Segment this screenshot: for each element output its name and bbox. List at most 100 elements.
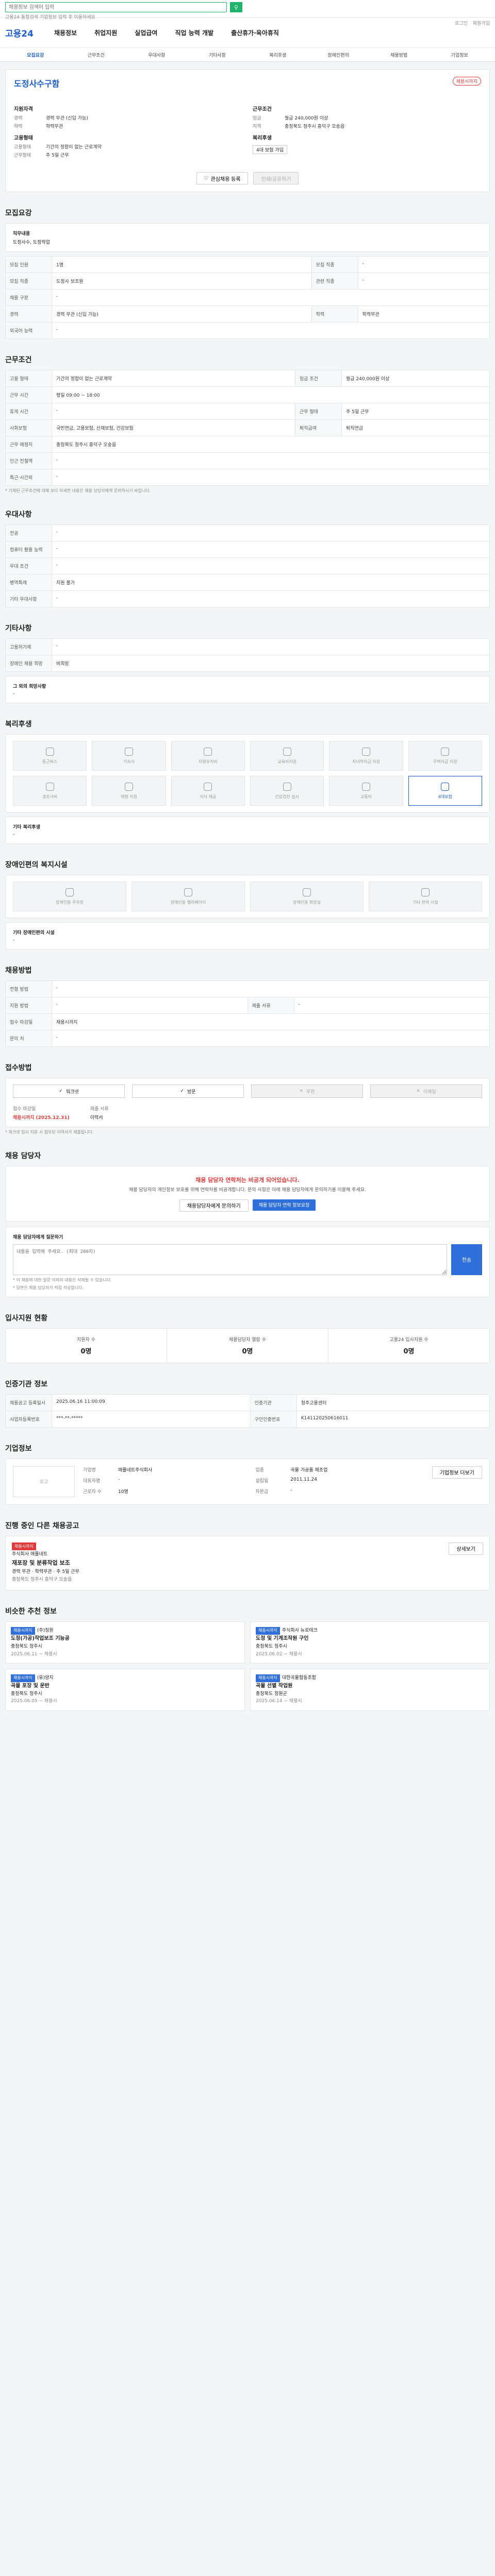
welfare-item: 교통비 bbox=[329, 776, 403, 806]
facility-item: 장애인용 주차장 bbox=[13, 882, 126, 911]
table-row: 모집 직종 도정사 보조원 관련 직종 - bbox=[5, 273, 490, 290]
search-icon: ⚲ bbox=[234, 4, 239, 11]
scrap-button[interactable]: ♡ 관심채용 등록 bbox=[196, 172, 249, 184]
table-row: 인근 전철역 - bbox=[5, 452, 490, 469]
facility-icon bbox=[303, 888, 311, 896]
table-row: 사회보험 국민연금, 고용보험, 산재보험, 건강보험 퇴직급여 퇴직연금 bbox=[5, 419, 490, 436]
summary-field: 근무형태 주 5일 근무 bbox=[14, 153, 69, 158]
welfare-icon bbox=[361, 747, 370, 756]
facility-item: 장애인용 화장실 bbox=[250, 882, 364, 911]
welfare-icon bbox=[283, 747, 291, 756]
table-row: 문의 처- bbox=[5, 1030, 490, 1047]
search-button[interactable]: ⚲ bbox=[230, 2, 242, 12]
apply-method-box: ✓ 워크넷 ✓ 방문 ✕ 우편 ✕ 이메일 접수 마감일 채용시까지 (2025.12.31)… bbox=[5, 1078, 490, 1127]
table-row: 지원 방법 - 제출 서류 - bbox=[5, 997, 490, 1014]
recommended-job[interactable]: 채용시까지 대한곡물협동조합 곡물 선별 작업원 충청북도 청원군 2025.06.14… bbox=[250, 1668, 490, 1711]
welfare-item: 4대보험 bbox=[408, 776, 482, 806]
inquiry-button[interactable]: 채용담당자에게 문의하기 bbox=[179, 1199, 249, 1212]
welfare-icon bbox=[45, 747, 54, 756]
section-tab[interactable]: 복리후생 bbox=[248, 52, 308, 58]
table-row: 병역특례 지원 불가 bbox=[5, 574, 490, 591]
welfare-item: 식사 제공 bbox=[171, 776, 245, 806]
pref-table: 전공 - 컴퓨터 활용 능력 - 우대 조건 - 병역특례 지원 불가 기타 우대사항 - bbox=[5, 524, 490, 607]
nav-item[interactable]: 직업 능력 개발 bbox=[175, 28, 213, 37]
pref-title: 우대사항 bbox=[5, 511, 32, 519]
method-title: 채용방법 bbox=[5, 967, 32, 975]
recommended-job[interactable]: 채용시까지 주식회사 뉴로테크 도정 및 기계조작원 구인 충청북도 청주시 2025.… bbox=[250, 1621, 490, 1664]
section-tab[interactable]: 장애인편의 bbox=[308, 52, 369, 58]
table-row: 채용 구분 - bbox=[5, 289, 490, 306]
question-textarea[interactable] bbox=[13, 1244, 447, 1275]
contact-alert: 채용 담당자 연락처는 비공개 되어있습니다. 채용 담당자의 개인정보 보호를… bbox=[5, 1166, 490, 1222]
apply-method-item: ✕ 우편 bbox=[251, 1084, 363, 1098]
related-detail-button[interactable]: 상세보기 bbox=[449, 1542, 483, 1555]
stats-row: 지원자 수 0명 채용담당자 열람 수 0명 고용24 입사지원 수 0명 bbox=[5, 1328, 490, 1363]
table-row: 외국어 능력 - bbox=[5, 322, 490, 339]
table-row: 전형 방법 - bbox=[5, 980, 490, 997]
section-tab[interactable]: 기타사항 bbox=[187, 52, 248, 58]
search-input[interactable] bbox=[5, 2, 227, 12]
nav-item[interactable]: 채용정보 bbox=[54, 28, 77, 37]
welfare-icon bbox=[45, 782, 54, 791]
summary-cond: 근무조건 임금 월급 240,000원 이상 지역 충청북도 청주시 흥덕구 오송읍 … bbox=[253, 100, 481, 160]
section-tab[interactable]: 근무조건 bbox=[66, 52, 127, 58]
summary-field: 학력 학력무관 bbox=[14, 124, 63, 129]
logo[interactable]: 고용24 bbox=[5, 26, 34, 39]
table-row: 특근·시간외 - bbox=[5, 469, 490, 486]
table-row: 휴게 시간 - 근무 형태 주 5일 근무 bbox=[5, 403, 490, 420]
info-title: 인증기관 정보 bbox=[5, 1380, 48, 1388]
recommended-job[interactable]: 채용시까지 (주)청원 도정(가공)작업보조 기능공 충청북도 청주시 2025.06.… bbox=[5, 1621, 245, 1664]
table-row: 고용 형태 기간의 정함이 없는 근로계약 임금 조건 월급 240,000원 이상 bbox=[5, 370, 490, 387]
etc-title: 기타사항 bbox=[5, 624, 32, 633]
welfare-item: 차량유지비 bbox=[171, 741, 245, 771]
deadline-badge: 채용시까지 bbox=[452, 77, 481, 86]
table-row: 경력 경력 무관 (신입 가능) 학력 학력무관 bbox=[5, 306, 490, 323]
util-link[interactable]: 회원가입 bbox=[473, 20, 490, 26]
company-logo: 로고 bbox=[13, 1466, 75, 1497]
etc-table: 고용허가제 - 장애인 채용 희망 비희망 bbox=[5, 638, 490, 672]
welfare-icon bbox=[441, 747, 450, 756]
table-row: 모집 인원 1명 모집 직종 - bbox=[5, 256, 490, 273]
table-row: 사업자등록번호 ***-**-***** 구인인증번호 K14112025061601… bbox=[5, 1410, 490, 1428]
question-send-button[interactable]: 전송 bbox=[451, 1244, 482, 1275]
welfare-icon bbox=[124, 782, 133, 791]
table-row: 근무 시간 평일 09:00 ~ 18:00 bbox=[5, 386, 490, 403]
section-tab[interactable]: 기업정보 bbox=[430, 52, 490, 58]
nav-item[interactable]: 실업급여 bbox=[135, 28, 157, 37]
welfare-icon bbox=[124, 747, 133, 756]
stats-title: 입사지원 현황 bbox=[5, 1314, 48, 1323]
facility-box: 장애인용 주차장 장애인용 엘리베이터 장애인용 화장실 기타 편의 시설 bbox=[5, 875, 490, 918]
recommended-job[interactable]: 채용시까지 (유)양지 곡물 포장 및 운반 충청북도 청주시 2025.06.05 ~… bbox=[5, 1668, 245, 1711]
apply-method-item: ✕ 이메일 bbox=[370, 1084, 482, 1098]
table-row: 기타 우대사항 - bbox=[5, 590, 490, 607]
section-tab[interactable]: 모집요강 bbox=[5, 52, 66, 58]
welfare-item: 건강검진 실시 bbox=[250, 776, 324, 806]
section-tab[interactable]: 채용방법 bbox=[369, 52, 430, 58]
table-row: 전공 - bbox=[5, 524, 490, 541]
nav-item[interactable]: 취업지원 bbox=[94, 28, 117, 37]
work-title: 근무조건 bbox=[5, 356, 32, 364]
facility-title: 장애인편의 복지시설 bbox=[5, 861, 68, 869]
facility-extra: 기타 장애인편의 시설 - bbox=[5, 922, 490, 950]
welfare-item: 재형 지원 bbox=[92, 776, 166, 806]
stat-item: 채용담당자 열람 수 0명 bbox=[167, 1328, 328, 1363]
section-tab[interactable]: 우대사항 bbox=[126, 52, 187, 58]
welfare-box: 통근버스 기숙사 차량유지비 교육비지원 자녀학자금 지원 주택자금 지원 경조사비 재형 지… bbox=[5, 734, 490, 812]
section-tabs: 모집요강 근무조건 우대사항 기타사항 복리후생 장애인편의 채용방법 기업정보 bbox=[0, 47, 495, 61]
facility-item: 장애인용 엘리베이터 bbox=[131, 882, 245, 911]
table-row: 접수 마감일 채용시까지 bbox=[5, 1013, 490, 1030]
welfare-item: 교육비지원 bbox=[250, 741, 324, 771]
table-row: 고용허가제 - bbox=[5, 638, 490, 655]
related-job-card[interactable]: 채용시까지 주식회사 애플네트 재포장 및 분류작업 보조 경력 무관 · 학력… bbox=[5, 1535, 490, 1591]
company-more-button[interactable]: 기업정보 더보기 bbox=[432, 1466, 482, 1479]
table-row: 채용공고 등록일시 2025.06.16 11:00:09 인증기관 청주고용센터 bbox=[5, 1394, 490, 1411]
contact-title: 채용 담당자 bbox=[5, 1152, 41, 1160]
share-button[interactable]: 인쇄/공유하기 bbox=[253, 172, 299, 184]
welfare-item: 자녀학자금 지원 bbox=[329, 741, 403, 771]
nav-item[interactable]: 출산휴가·육아휴직 bbox=[231, 28, 279, 37]
util-link[interactable]: 로그인 bbox=[455, 20, 468, 26]
welfare-icon bbox=[204, 747, 212, 756]
contact-request-button[interactable]: 채용 담당자 연락 정보요청 bbox=[252, 1199, 316, 1211]
stat-item: 지원자 수 0명 bbox=[6, 1328, 167, 1363]
related-title: 진행 중인 다른 채용공고 bbox=[5, 1521, 79, 1530]
